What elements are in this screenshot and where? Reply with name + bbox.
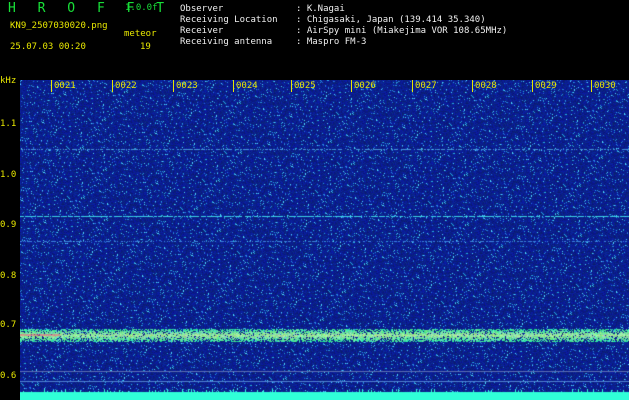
header-panel: H R O F F T 1.0.0f KN9_2507030020.png me… [0, 0, 629, 78]
app-version: 1.0.0f [125, 3, 158, 13]
x-tick-label: 0022 [115, 81, 137, 91]
spectrogram-canvas [20, 80, 629, 400]
x-tick-mark [51, 80, 52, 92]
x-tick-label: 0026 [354, 81, 376, 91]
file-name: KN9_2507030020.png [10, 21, 108, 31]
info-value-location: : Chigasaki, Japan (139.414 35.340) [296, 15, 486, 25]
x-tick-mark [472, 80, 473, 92]
info-key-observer: Observer [180, 4, 224, 14]
x-tick-label: 0025 [294, 81, 316, 91]
x-tick-mark [532, 80, 533, 92]
y-axis-unit: kHz [0, 76, 17, 86]
x-tick-label: 0028 [475, 81, 497, 91]
y-tick-label: 1.1 [0, 119, 17, 129]
x-tick-label: 0027 [415, 81, 437, 91]
info-value-antenna: : Maspro FM-3 [296, 37, 367, 47]
x-tick-mark [591, 80, 592, 92]
x-tick-mark [412, 80, 413, 92]
info-value-observer: : K.Nagai [296, 4, 345, 14]
datetime: 25.07.03 00:20 [10, 42, 86, 52]
y-tick-label: 1.0 [0, 170, 17, 180]
x-tick-mark [291, 80, 292, 92]
x-tick-mark [173, 80, 174, 92]
y-tick-label: 0.9 [0, 220, 17, 230]
meteor-count: 19 [140, 42, 151, 52]
y-tick-label: 0.8 [0, 271, 17, 281]
spectrogram [20, 80, 629, 400]
x-tick-mark [112, 80, 113, 92]
x-tick-label: 0030 [594, 81, 616, 91]
x-tick-label: 0023 [176, 81, 198, 91]
info-value-receiver: : AirSpy mini (Miakejima VOR 108.65MHz) [296, 26, 508, 36]
info-key-antenna: Receiving antenna [180, 37, 273, 47]
info-key-receiver: Receiver [180, 26, 224, 36]
y-tick-label: 0.6 [0, 371, 17, 381]
x-tick-mark [233, 80, 234, 92]
x-tick-label: 0029 [535, 81, 557, 91]
x-tick-label: 0024 [236, 81, 258, 91]
info-key-location: Receiving Location [180, 15, 278, 25]
y-tick-label: 0.7 [0, 320, 17, 330]
mode-label: meteor [124, 29, 157, 39]
x-tick-label: 0021 [54, 81, 76, 91]
x-tick-mark [351, 80, 352, 92]
